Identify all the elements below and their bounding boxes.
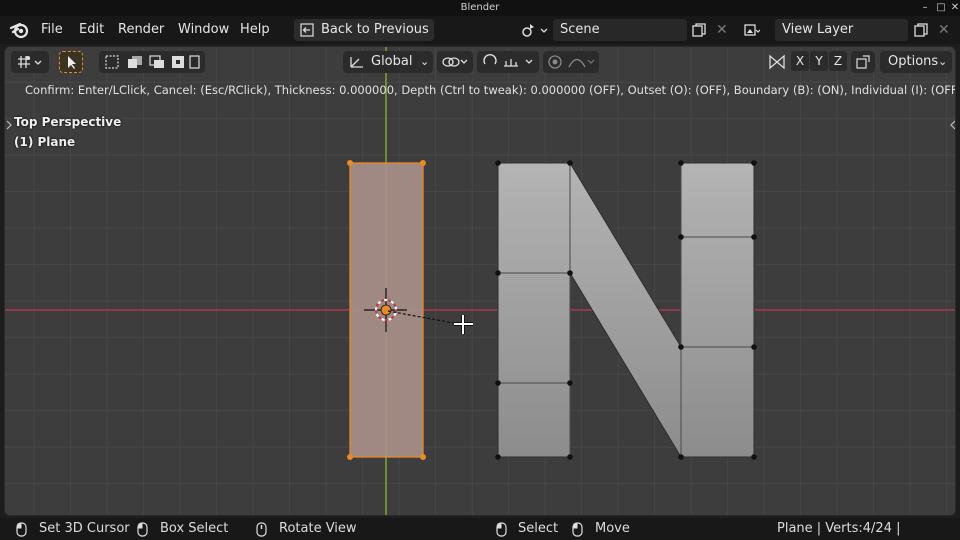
back-arrow-icon: [300, 23, 314, 37]
selection-mode-icons: [105, 55, 200, 69]
cursor-arrow-icon: [68, 56, 76, 69]
select-hint: Select: [518, 521, 559, 536]
object-name-label: (1) Plane: [14, 135, 76, 149]
operator-status-text: Confirm: Enter/LClick, Cancel: (Esc/RCli…: [25, 83, 956, 97]
blender-logo-icon[interactable]: [10, 21, 30, 39]
viewport-canvas[interactable]: [5, 47, 956, 516]
menu-help[interactable]: Help: [240, 16, 270, 44]
menu-file[interactable]: File: [41, 16, 63, 44]
mirror-butterfly-icon[interactable]: [767, 53, 787, 71]
view-layer-icon[interactable]: [744, 22, 760, 38]
remove-view-layer-icon[interactable]: ✕: [938, 22, 950, 38]
select-tool-button[interactable]: [59, 51, 83, 73]
back-to-previous-label: Back to Previous: [321, 22, 429, 37]
editor-type-icon: [18, 56, 42, 68]
set-cursor-hint: Set 3D Cursor: [39, 521, 130, 536]
mouse-left-icon: [16, 522, 27, 537]
transform-orientation-dropdown[interactable]: Global ⌄: [343, 51, 433, 73]
menu-render[interactable]: Render: [118, 16, 164, 44]
menu-edit[interactable]: Edit: [79, 16, 104, 44]
selection-mode-group[interactable]: [99, 51, 205, 73]
pivot-link-icon: [442, 57, 468, 67]
mouse-drag-icon: [137, 522, 148, 537]
snap-magnet-icon: [483, 54, 533, 67]
mouse-middle-icon: [256, 522, 267, 537]
mirror-z-toggle[interactable]: Z: [829, 51, 847, 71]
view-name-label: Top Perspective: [14, 115, 122, 129]
box-select-hint: Box Select: [160, 521, 229, 536]
scene-statistics: Plane | Verts:4/24 | Edges:4/34: [777, 521, 901, 536]
mirror-y-toggle[interactable]: Y: [810, 51, 828, 71]
pivot-point-button[interactable]: [437, 51, 473, 73]
scene-icon[interactable]: [521, 21, 549, 39]
viewport-header: Global ⌄ X Y Z Options ⌄: [5, 47, 955, 77]
rotate-view-hint: Rotate View: [279, 521, 357, 536]
mouse-move-icon: [572, 522, 583, 537]
options-dropdown[interactable]: Options ⌄: [880, 51, 952, 73]
mouse-left-select-icon: [496, 522, 507, 537]
view-layer-field[interactable]: View Layer: [775, 19, 908, 41]
3d-viewport[interactable]: Global ⌄ X Y Z Options ⌄ Confirm: Enter/…: [4, 46, 956, 516]
options-label: Options: [888, 54, 939, 69]
auto-merge-button[interactable]: [851, 51, 875, 73]
menu-window[interactable]: Window: [178, 16, 229, 44]
auto-merge-icon: [856, 55, 870, 69]
proportional-editing-button[interactable]: [543, 51, 599, 73]
chevron-down-icon: ⌄: [420, 55, 430, 68]
minimize-button[interactable]: –: [918, 0, 932, 16]
options-chevron-icon: ⌄: [938, 55, 948, 68]
close-window-button[interactable]: ✕: [948, 0, 960, 16]
copy-view-layer-icon[interactable]: [913, 22, 929, 38]
mirror-x-toggle[interactable]: X: [791, 51, 809, 71]
orientation-label: Global: [371, 54, 413, 69]
status-bar: Set 3D Cursor Box Select Rotate View Sel…: [0, 518, 960, 540]
window-title-bar: Blender: [0, 0, 960, 16]
proportional-edit-icon: [548, 55, 595, 69]
maximize-button[interactable]: □: [934, 0, 948, 16]
scene-name-field[interactable]: Scene: [553, 19, 687, 41]
editor-type-button[interactable]: [11, 51, 49, 73]
window-title: Blender: [460, 2, 500, 13]
back-to-previous-button[interactable]: Back to Previous: [294, 19, 434, 41]
orientation-axes-icon: [350, 57, 363, 68]
move-hint: Move: [595, 521, 630, 536]
remove-scene-icon[interactable]: ✕: [716, 22, 728, 38]
copy-scene-icon[interactable]: [691, 22, 707, 38]
top-menu-bar: File Edit Render Window Help Back to Pre…: [0, 16, 960, 44]
snapping-button[interactable]: [477, 51, 539, 73]
